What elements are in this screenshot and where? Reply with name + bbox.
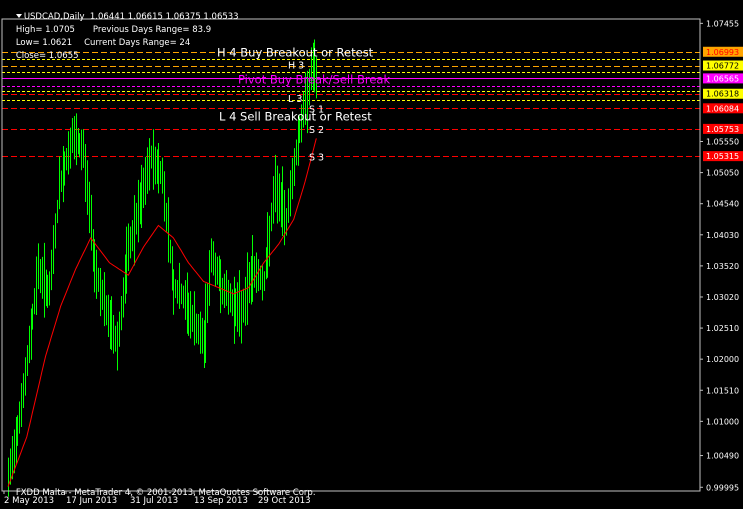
annotation-2: L 4 Sell Breakout or Retest (219, 110, 372, 124)
y-tick-label: 1.05550 (706, 138, 739, 147)
level-label-2: 1.06565 (706, 74, 739, 83)
curr-range-label: Current Days Range= 24 (84, 37, 191, 48)
y-tick-label: 1.05050 (706, 169, 739, 178)
annotation-1: Pivot Buy Break/Sell Break (238, 72, 390, 86)
level-label-1: 1.06772 (706, 62, 739, 71)
price-chart[interactable]: H 4 Buy Breakout or Retest Pivot Buy Brea… (0, 0, 743, 509)
level-label-3: 1.06318 (706, 90, 739, 99)
plot-frame (1, 18, 701, 492)
copyright-footer: FXDD Malta - MetaTrader 4, © 2001-2013, … (5, 480, 316, 506)
y-tick-label: 1.04030 (706, 231, 739, 240)
annotation-6: H 3 (288, 60, 304, 71)
y-tick-label: 1.04540 (706, 200, 739, 209)
level-label-4: 1.06084 (706, 104, 739, 113)
price-level-lines (2, 52, 700, 157)
price-axis: 1.07455 1.05550 1.05050 1.04540 1.04030 1.035… (700, 19, 743, 492)
y-tick-label: 1.00490 (706, 452, 739, 461)
y-tick-label: 1.01000 (706, 417, 739, 426)
annotation-0: H 4 Buy Breakout or Retest (217, 46, 374, 60)
close-label: Close= 1.0655 (15, 50, 79, 61)
y-tick-label: 1.07455 (706, 19, 739, 28)
level-label-6: 1.05315 (706, 152, 739, 161)
mt4-chart-window: H 4 Buy Breakout or Retest Pivot Buy Brea… (0, 0, 743, 509)
close-line: Close= 1.0655 (5, 43, 79, 69)
level-label-5: 1.05753 (706, 125, 739, 134)
annotation-5: S 3 (309, 152, 324, 163)
y-tick-label: 1.03020 (706, 293, 739, 302)
annotation-3: S 1 (309, 105, 324, 116)
footer-text: FXDD Malta - MetaTrader 4, © 2001-2013, … (15, 487, 316, 498)
level-label-0: 1.06993 (706, 48, 739, 57)
annotation-4: S 2 (309, 125, 324, 136)
y-tick-label: 1.02000 (706, 355, 739, 364)
candles (8, 39, 317, 497)
y-tick-label: 1.01510 (706, 386, 739, 395)
y-tick-label: 0.99995 (706, 483, 739, 492)
y-tick-label: 1.02510 (706, 324, 739, 333)
annotation-7: L 3 (288, 94, 302, 105)
y-tick-label: 1.03520 (706, 262, 739, 271)
